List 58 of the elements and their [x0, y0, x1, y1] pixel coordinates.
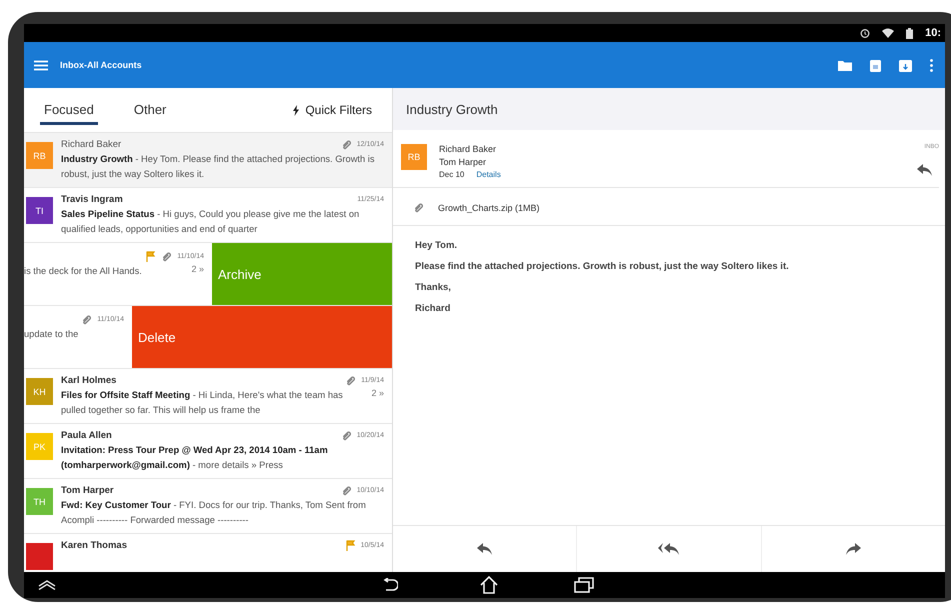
message-preview: Fwd: Key Customer Tour - FYI. Docs for our trip. Thanks, Tom Sent from Acompli ---------- Forwarded message ---------- — [61, 499, 367, 527]
thread-count: 2 » — [371, 388, 384, 398]
recipient-name: Tom Harper — [439, 157, 488, 167]
delete-action[interactable]: Delete — [132, 306, 392, 368]
sender-name: Richard Baker — [439, 144, 498, 154]
wifi-icon — [882, 28, 894, 38]
attachment-name[interactable]: Growth_Charts.zip (1MB) — [438, 202, 540, 212]
avatar: TI — [26, 197, 53, 224]
more-button[interactable] — [928, 56, 935, 74]
sender-name: Karen Thomas — [61, 540, 127, 551]
back-icon[interactable] — [382, 578, 398, 592]
message-text: Hey Tom. — [415, 240, 458, 251]
folder-icon — [838, 60, 852, 70]
calendar-download-icon — [899, 58, 912, 72]
tab[interactable]: Other — [130, 96, 170, 124]
thread-count: 2 » — [191, 264, 204, 274]
lightning-icon — [293, 104, 300, 116]
message-date: Dec 10 — [439, 170, 464, 179]
message-preview: Sales Pipeline Status - Hi guys, Could you please give me the latest on qualified leads, opportunities and end of quarter — [61, 208, 360, 236]
attachment-icon — [413, 202, 424, 213]
app-title: Inbox-All Accounts — [60, 60, 143, 70]
message-preview: Files for Offsite Staff Meeting - Hi Linda, Here's what the team has pulled together so far. This will help us frame the — [61, 389, 344, 417]
message-preview: update to the — [24, 328, 80, 341]
avatar: RB — [26, 142, 53, 169]
menu-button[interactable] — [32, 58, 50, 72]
alarm-icon — [860, 28, 870, 38]
more-icon — [930, 58, 933, 72]
message-preview: is the deck for the All Hands. — [24, 265, 143, 278]
tab[interactable]: Focused — [40, 96, 98, 124]
message-text: Please find the attached projections. Growth is robust, just the way Soltero likes it. — [415, 261, 790, 272]
clock-time: 10: — [925, 27, 941, 39]
message-text: Thanks, — [415, 282, 452, 293]
avatar: PK — [26, 433, 53, 460]
sender-name: Paula Allen — [61, 430, 112, 441]
battery-icon — [906, 28, 914, 38]
reply-all-icon — [658, 543, 680, 555]
sender-name: Richard Baker — [61, 139, 122, 150]
menu-icon — [34, 60, 48, 70]
recent-apps-icon[interactable] — [574, 577, 594, 593]
avatar: TH — [26, 488, 53, 515]
home-icon[interactable] — [480, 576, 498, 594]
reply-icon — [476, 543, 493, 555]
reply-icon — [917, 164, 933, 176]
sender-name: Karl Holmes — [61, 375, 116, 386]
message-preview: Industry Growth - Hey Tom. Please find the attached projections. Growth is robust, just the way Soltero likes it. — [61, 153, 376, 181]
calendar-icon — [870, 58, 881, 72]
details-link[interactable]: Details — [476, 170, 501, 179]
sender-name: Tom Harper — [61, 485, 114, 496]
message-text: Richard — [415, 303, 452, 314]
avatar: RB — [401, 144, 427, 170]
reply-button[interactable] — [915, 162, 935, 178]
message-subject: Industry Growth — [393, 88, 945, 130]
avatar: KH — [26, 378, 53, 405]
sender-name: Travis Ingram — [61, 194, 123, 205]
quick-filters-button[interactable]: Quick Filters — [289, 99, 376, 121]
message-preview: Invitation: Press Tour Prep @ Wed Apr 23, 2014 10am - 11am (tomharperwork@gmail.com) - more details » Press — [61, 444, 329, 472]
chevron-up-icon[interactable] — [38, 580, 56, 590]
forward-icon — [845, 543, 862, 555]
